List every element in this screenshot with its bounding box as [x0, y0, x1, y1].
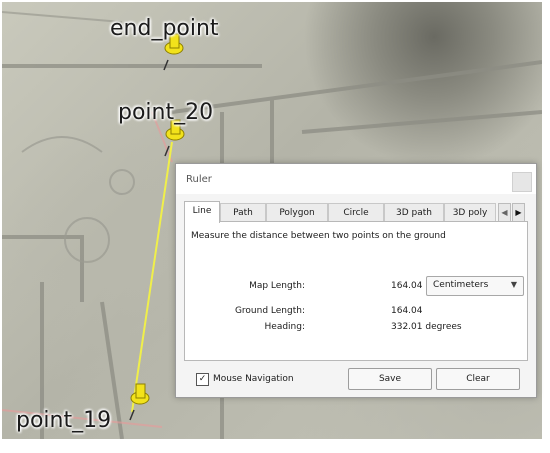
heading-label: Heading: — [264, 322, 305, 332]
map-road-line — [171, 60, 542, 114]
tab-bar: Line Path Polygon Circle 3D path 3D poly… — [184, 201, 528, 223]
tab-line[interactable]: Line — [184, 201, 220, 223]
pin-label-point-19[interactable]: point_19 — [16, 408, 111, 433]
pushpin-icon — [129, 383, 150, 421]
tab-polygon[interactable]: Polygon — [266, 203, 328, 222]
tab-3d-path[interactable]: 3D path — [384, 203, 444, 222]
unit-selected-value: Centimeters — [433, 280, 489, 290]
tab-scroll-right-icon[interactable]: ▶ — [512, 203, 525, 222]
tab-scroll-left-icon[interactable]: ◀ — [498, 203, 511, 222]
pushpin-icon — [164, 119, 185, 157]
mouse-navigation-checkbox[interactable]: ✓ — [196, 373, 209, 386]
map-feature-circle — [64, 217, 110, 263]
ground-length-value: 164.04 — [391, 306, 423, 316]
save-button[interactable]: Save — [348, 368, 432, 390]
pin-label-point-20[interactable]: point_20 — [118, 100, 213, 125]
heading-value: 332.01 degrees — [391, 322, 462, 332]
measure-line — [131, 141, 173, 413]
mouse-navigation-label[interactable]: Mouse Navigation — [213, 374, 294, 384]
map-curve — [21, 136, 103, 153]
dialog-title: Ruler — [186, 174, 212, 185]
map-road-line — [2, 11, 123, 23]
tab-circle[interactable]: Circle — [328, 203, 384, 222]
map-road-line — [301, 110, 542, 134]
dialog-titlebar[interactable]: Ruler — [176, 164, 536, 194]
pin-label-end-point[interactable]: end_point — [110, 16, 219, 41]
description-text: Measure the distance between two points … — [191, 231, 446, 241]
tab-3d-polygon[interactable]: 3D poly — [444, 203, 496, 222]
line-tab-panel: Measure the distance between two points … — [184, 221, 528, 361]
map-length-value: 164.04 — [391, 281, 423, 291]
ruler-dialog: Ruler Line Path Polygon Circle 3D path 3… — [175, 163, 537, 398]
map-feature-circle — [109, 169, 135, 195]
chevron-down-icon: ▼ — [510, 280, 517, 289]
map-length-label: Map Length: — [249, 281, 305, 291]
ground-length-label: Ground Length: — [234, 306, 305, 316]
clear-button[interactable]: Clear — [436, 368, 520, 390]
close-button[interactable] — [512, 172, 532, 192]
tab-path[interactable]: Path — [220, 203, 266, 222]
unit-select[interactable]: Centimeters ▼ — [426, 276, 524, 296]
